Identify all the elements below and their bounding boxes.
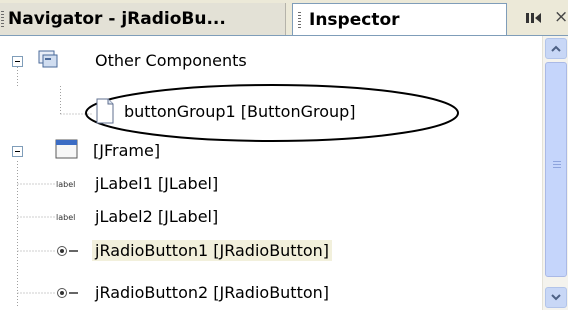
- chevron-up-icon: [551, 45, 561, 52]
- components-folder-icon: [38, 50, 58, 68]
- tab-inspector-label: Inspector: [309, 10, 400, 30]
- inspector-tree: Other Components buttonGroup1 [ButtonGro…: [0, 36, 542, 310]
- scroll-up-button[interactable]: [545, 38, 567, 59]
- tree-node-label: jRadioButton1 [JRadioButton]: [92, 240, 333, 261]
- vertical-scrollbar[interactable]: [542, 36, 568, 310]
- close-icon[interactable]: ×: [554, 8, 568, 26]
- frame-icon: [55, 139, 78, 159]
- tree-node-jlabel1[interactable]: label jLabel1 [JLabel]: [0, 169, 542, 199]
- label-icon: label: [56, 180, 75, 189]
- scrollbar-thumb[interactable]: [545, 62, 567, 277]
- window-controls: ×: [524, 8, 568, 32]
- drag-grip-icon[interactable]: [1, 11, 4, 29]
- collapse-toggle-icon[interactable]: [12, 56, 23, 67]
- document-icon: [96, 98, 114, 124]
- tab-inspector[interactable]: Inspector: [292, 3, 507, 37]
- tab-strip: Navigator - jRadioBu... Inspector ×: [0, 0, 568, 37]
- tree-node-jradiobutton2[interactable]: jRadioButton2 [JRadioButton]: [0, 278, 542, 308]
- drag-grip-icon[interactable]: [298, 12, 301, 30]
- svg-text:label: label: [56, 213, 75, 222]
- tree-node-jframe[interactable]: [JFrame]: [0, 136, 542, 166]
- tree-node-jradiobutton1[interactable]: jRadioButton1 [JRadioButton]: [0, 236, 542, 266]
- tree-node-other-components[interactable]: Other Components: [0, 46, 542, 76]
- radio-button-icon: [57, 288, 78, 298]
- label-icon: label: [56, 213, 75, 222]
- tab-navigator-label: Navigator - jRadioBu...: [8, 9, 226, 29]
- tab-navigator[interactable]: Navigator - jRadioBu...: [0, 3, 286, 36]
- scroll-down-button[interactable]: [545, 287, 567, 308]
- tree-node-label: jRadioButton2 [JRadioButton]: [95, 283, 330, 302]
- minimize-icon[interactable]: [524, 10, 542, 26]
- tree-node-label: Other Components: [95, 51, 247, 70]
- radio-button-icon: [57, 246, 78, 256]
- tree-node-label: [JFrame]: [93, 141, 161, 160]
- tree-node-label: jLabel2 [JLabel]: [95, 207, 219, 226]
- svg-text:label: label: [56, 180, 75, 189]
- tree-node-jlabel2[interactable]: label jLabel2 [JLabel]: [0, 202, 542, 232]
- chevron-down-icon: [551, 294, 561, 301]
- thumb-grip-icon: [553, 161, 561, 170]
- collapse-toggle-icon[interactable]: [12, 146, 23, 157]
- tree-node-buttongroup1[interactable]: buttonGroup1 [ButtonGroup]: [0, 97, 542, 127]
- tree-node-label: buttonGroup1 [ButtonGroup]: [124, 102, 356, 121]
- tree-node-label: jLabel1 [JLabel]: [95, 174, 219, 193]
